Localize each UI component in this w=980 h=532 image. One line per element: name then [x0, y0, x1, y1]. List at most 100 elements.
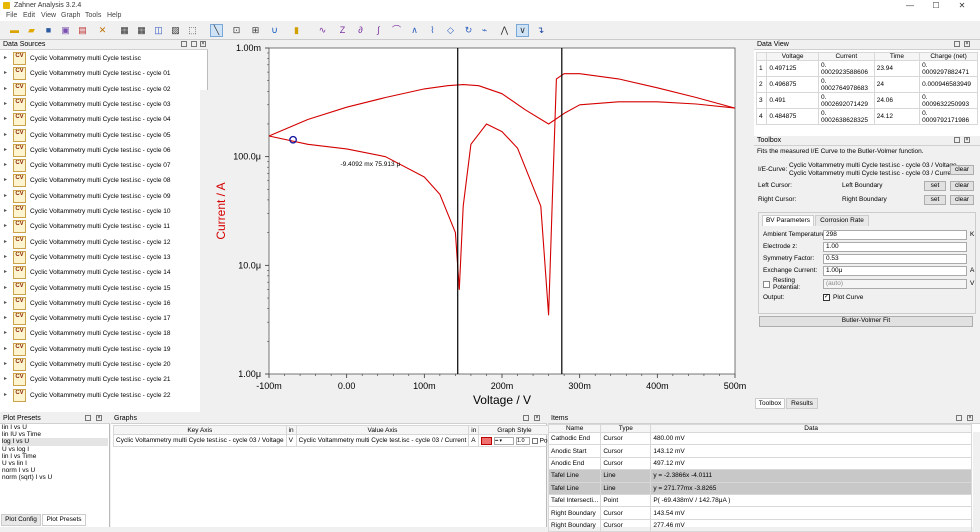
menu-help[interactable]: Help [107, 11, 121, 21]
menu-view[interactable]: View [41, 11, 56, 21]
points-checkbox[interactable] [531, 437, 538, 444]
table-row[interactable]: 3 0.491 0. 0002692071429 24.06 0. 0009632250… [755, 92, 978, 109]
open-folder-icon[interactable]: ▰ [25, 24, 38, 37]
zoom-icon[interactable]: ⬚ [186, 24, 199, 37]
panel-restore-icon[interactable] [191, 41, 197, 47]
expand-arrow-icon[interactable]: ▸ [4, 82, 7, 97]
data-source-item[interactable]: ▸ CV Cyclic Voltammetry multi Cycle test.i… [0, 372, 200, 387]
panel-restore-icon[interactable] [954, 137, 960, 143]
items-scrollbar[interactable] [973, 432, 980, 527]
data-source-item[interactable]: ▸ CV Cyclic Voltammetry multi Cycle test.i… [0, 51, 200, 66]
expand-arrow-icon[interactable]: ▸ [4, 112, 7, 127]
tools-icon[interactable]: ✕ [96, 24, 109, 37]
expand-arrow-icon[interactable]: ▸ [4, 219, 7, 234]
expand-arrow-icon[interactable]: ▸ [4, 189, 7, 204]
expand-arrow-icon[interactable]: ▸ [4, 235, 7, 250]
peak-icon[interactable]: ∧ [408, 24, 421, 37]
scale-icon[interactable]: ◫ [152, 24, 165, 37]
clear-right-cursor-button[interactable]: clear [950, 195, 974, 205]
panel-close-icon[interactable]: × [534, 415, 540, 421]
data-source-item[interactable]: ▸ CV Cyclic Voltammetry multi Cycle test.i… [0, 357, 200, 372]
data-source-item[interactable]: ▸ CV Cyclic Voltammetry multi Cycle test.i… [0, 204, 200, 219]
table-row[interactable]: Right Boundary Cursor 277.46 mV [547, 518, 972, 532]
pan-icon[interactable]: ⊞ [249, 24, 262, 37]
preset-item[interactable]: lin I vs Time [2, 453, 108, 460]
expand-arrow-icon[interactable]: ▸ [4, 326, 7, 341]
tafel-icon[interactable]: ↴ [534, 24, 547, 37]
data-source-item[interactable]: ▸ CV Cyclic Voltammetry multi Cycle test.i… [0, 311, 200, 326]
interpolate-icon[interactable]: ⌁ [478, 24, 491, 37]
panel-restore-icon[interactable] [523, 415, 529, 421]
panel-close-icon[interactable]: × [964, 137, 970, 143]
expand-arrow-icon[interactable]: ▸ [4, 296, 7, 311]
plot-area[interactable]: -100m 0.00 100m 200m 300m 400m 500m 1.00m 100.0μ… [209, 40, 752, 412]
menu-graph[interactable]: Graph [61, 11, 80, 21]
tab-plot-config[interactable]: Plot Config [1, 514, 41, 526]
panel-restore-icon[interactable] [956, 415, 962, 421]
table-row[interactable]: Tafel Line Line y = 271.77mx -3.8265 [547, 481, 972, 495]
tab-results[interactable]: Results [786, 398, 818, 409]
cursor-line-icon[interactable]: ╲ [210, 24, 223, 37]
panel-float-icon[interactable] [181, 41, 187, 47]
expand-arrow-icon[interactable]: ▸ [4, 357, 7, 372]
line-width-input[interactable]: 1.0 [515, 436, 530, 445]
data-source-item[interactable]: ▸ CV Cyclic Voltammetry multi Cycle test.i… [0, 112, 200, 127]
tab-plot-presets[interactable]: Plot Presets [42, 514, 86, 526]
expand-arrow-icon[interactable]: ▸ [4, 158, 7, 173]
expand-arrow-icon[interactable]: ▸ [4, 311, 7, 326]
mott-schottky-icon[interactable]: ⋀ [498, 24, 511, 37]
preset-item[interactable]: U vs lin I [2, 460, 108, 467]
menu-file[interactable]: File [6, 11, 17, 21]
panel-close-icon[interactable]: × [964, 41, 970, 47]
panel-close-icon[interactable]: × [967, 415, 973, 421]
expand-arrow-icon[interactable]: ▸ [4, 143, 7, 158]
graph-color-swatch[interactable] [481, 436, 493, 445]
table-row[interactable]: 4 0.484875 0. 0002638628325 24.12 0. 0009792… [755, 108, 978, 125]
data-source-item[interactable]: ▸ CV Cyclic Voltammetry multi Cycle test.i… [0, 128, 200, 143]
electrode-z-input[interactable]: 1.00 [823, 242, 967, 252]
sweep-icon[interactable]: ↻ [462, 24, 475, 37]
table-row[interactable]: Tafel Line Line y = -2.3866x -4.0111 [547, 469, 972, 483]
butler-volmer-icon[interactable]: ∨ [516, 24, 529, 37]
data-source-item[interactable]: ▸ CV Cyclic Voltammetry multi Cycle test.i… [0, 265, 200, 280]
expand-arrow-icon[interactable]: ▸ [4, 342, 7, 357]
table-row[interactable]: Cathodic End Cursor 480.00 mV [547, 431, 972, 446]
data-source-item[interactable]: ▸ CV Cyclic Voltammetry multi Cycle test.i… [0, 342, 200, 357]
import-icon[interactable]: ▤ [76, 24, 89, 37]
preset-item[interactable]: lin I vs U [2, 424, 108, 431]
table-row[interactable]: Right Boundary Cursor 143.54 mV [547, 506, 972, 520]
menu-tools[interactable]: Tools [85, 11, 101, 21]
set-left-cursor-button[interactable]: set [924, 181, 946, 191]
data-source-item[interactable]: ▸ CV Cyclic Voltammetry multi Cycle test.i… [0, 189, 200, 204]
symmetry-factor-input[interactable]: 0.53 [823, 254, 967, 264]
fit-icon[interactable]: ⌒ [390, 24, 403, 37]
expand-arrow-icon[interactable]: ▸ [4, 128, 7, 143]
new-file-icon[interactable]: ▬ [8, 24, 21, 37]
zhit-icon[interactable]: Z [336, 24, 349, 37]
data-source-item[interactable]: ▸ CV Cyclic Voltammetry multi Cycle test.i… [0, 281, 200, 296]
derivative-icon[interactable]: ∂ [354, 24, 367, 37]
data-source-item[interactable]: ▸ CV Cyclic Voltammetry multi Cycle test.i… [0, 97, 200, 112]
maximize-button[interactable]: ☐ [926, 0, 946, 11]
expand-arrow-icon[interactable]: ▸ [4, 250, 7, 265]
table-row[interactable]: Tafel Intersecti... Point P( -69.438mV / 1… [547, 493, 972, 508]
close-window-button[interactable]: ✕ [952, 0, 972, 11]
preset-item[interactable]: lin IU vs Time [2, 431, 108, 438]
preset-item[interactable]: norm I vs U [2, 467, 108, 474]
expand-arrow-icon[interactable]: ▸ [4, 51, 7, 66]
line-style-select[interactable]: ━ ▾ [494, 436, 515, 445]
table-row[interactable]: 1 0.497125 0. 0002923588606 23.94 0. 0009297… [755, 60, 978, 77]
data-source-item[interactable]: ▸ CV Cyclic Voltammetry multi Cycle test.i… [0, 296, 200, 311]
baseline-icon[interactable]: ⌇ [426, 24, 439, 37]
export-icon[interactable]: ▣ [59, 24, 72, 37]
table-icon[interactable]: ▦ [118, 24, 131, 37]
exchange-current-input[interactable]: 1.00μ [823, 266, 967, 276]
save-icon[interactable]: ■ [42, 24, 55, 37]
magnet-icon[interactable]: ∪ [268, 24, 281, 37]
minimize-button[interactable]: — [900, 0, 920, 11]
butler-volmer-fit-button[interactable]: Butler-Volmer Fit [759, 316, 973, 327]
expand-arrow-icon[interactable]: ▸ [4, 97, 7, 112]
panel-restore-icon[interactable] [954, 41, 960, 47]
panel-close-icon[interactable]: × [200, 41, 206, 47]
table-row[interactable]: 2 0.496875 0. 0002764978683 24 0.00094658394… [755, 76, 978, 93]
